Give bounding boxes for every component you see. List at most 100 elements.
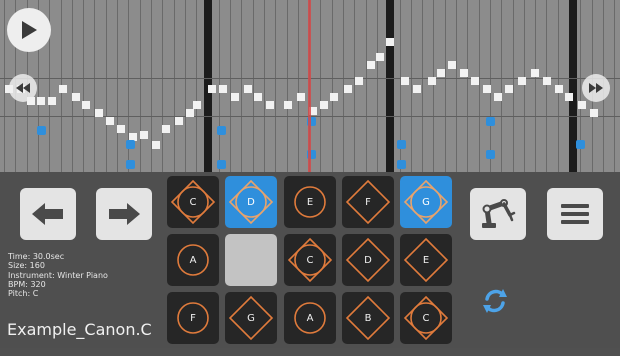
- previous-button[interactable]: [20, 188, 76, 240]
- roll-note: [413, 85, 421, 93]
- beat-marker: [486, 150, 495, 159]
- roll-note: [162, 125, 170, 133]
- note-pad-g[interactable]: G: [400, 176, 452, 228]
- roll-note: [231, 93, 239, 101]
- roll-note: [330, 93, 338, 101]
- note-pad-d[interactable]: D: [225, 176, 277, 228]
- note-pad-c[interactable]: C: [400, 292, 452, 344]
- roll-note: [266, 101, 274, 109]
- beat-marker: [126, 160, 135, 169]
- roll-note: [448, 61, 456, 69]
- robot-arm-button[interactable]: [470, 188, 526, 240]
- beat-marker: [397, 140, 406, 149]
- roll-note: [48, 97, 56, 105]
- pad-label: F: [190, 312, 196, 324]
- note-pad-b[interactable]: B: [342, 292, 394, 344]
- hamburger-menu-icon: [561, 204, 589, 224]
- note-pad-blank[interactable]: [225, 234, 277, 286]
- note-pad-c[interactable]: C: [167, 176, 219, 228]
- beat-marker: [397, 160, 406, 169]
- roll-note: [72, 93, 80, 101]
- rewind-button[interactable]: [9, 74, 37, 102]
- roll-note: [219, 85, 227, 93]
- piano-roll[interactable]: [0, 0, 620, 172]
- pad-label: C: [189, 196, 197, 208]
- play-icon: [22, 21, 37, 39]
- roll-note: [284, 101, 292, 109]
- pad-label: A: [189, 254, 197, 266]
- roll-note: [494, 93, 502, 101]
- pad-label: C: [306, 254, 314, 266]
- pad-label: E: [306, 196, 314, 208]
- note-pad-a[interactable]: A: [167, 234, 219, 286]
- roll-note: [437, 69, 445, 77]
- roll-note: [106, 117, 114, 125]
- roll-note: [505, 85, 513, 93]
- roll-note: [193, 101, 201, 109]
- playhead-line[interactable]: [308, 0, 311, 172]
- arrow-left-icon: [32, 203, 63, 225]
- pad-label: G: [247, 312, 255, 324]
- beat-marker: [486, 117, 495, 126]
- roll-note: [460, 69, 468, 77]
- roll-note: [531, 69, 539, 77]
- roll-note: [95, 109, 103, 117]
- sync-button[interactable]: [474, 280, 516, 322]
- note-pad-g[interactable]: G: [225, 292, 277, 344]
- info-pitch: Pitch: C: [8, 289, 39, 299]
- note-pad-a[interactable]: A: [284, 292, 336, 344]
- pad-label: A: [306, 312, 314, 324]
- pad-label: G: [422, 196, 430, 208]
- roll-note: [175, 117, 183, 125]
- menu-button[interactable]: [547, 188, 603, 240]
- roll-note: [590, 109, 598, 117]
- rewind-icon: [16, 83, 30, 93]
- info-instrument: Instrument: Winter Piano: [8, 270, 108, 280]
- info-time: Time: 30.0sec: [8, 252, 65, 261]
- roll-note: [355, 77, 363, 85]
- roll-note: [320, 101, 328, 109]
- roll-note: [244, 85, 252, 93]
- fast-forward-button[interactable]: [582, 74, 610, 102]
- roll-note: [254, 93, 262, 101]
- roll-note: [401, 77, 409, 85]
- roll-note: [208, 85, 216, 93]
- info-bpm: BPM: 320: [8, 279, 46, 289]
- play-button[interactable]: [7, 8, 51, 52]
- pad-label: D: [364, 254, 372, 266]
- next-button[interactable]: [96, 188, 152, 240]
- arrow-right-icon: [109, 203, 140, 225]
- fast-forward-icon: [589, 83, 603, 93]
- roll-note: [140, 131, 148, 139]
- roll-note: [428, 77, 436, 85]
- note-pad-d[interactable]: D: [342, 234, 394, 286]
- note-pad-f[interactable]: F: [342, 176, 394, 228]
- roll-note: [376, 53, 384, 61]
- beat-marker: [37, 126, 46, 135]
- beat-marker: [217, 160, 226, 169]
- roll-note: [555, 85, 563, 93]
- song-info: Time: 30.0sec Size: 160 Instrument: Wint…: [8, 252, 168, 298]
- pad-label: F: [365, 196, 371, 208]
- roll-note: [152, 141, 160, 149]
- pad-label: E: [422, 254, 430, 266]
- roll-note: [117, 125, 125, 133]
- roll-note: [59, 85, 67, 93]
- beat-marker: [576, 140, 585, 149]
- note-pad-e[interactable]: E: [284, 176, 336, 228]
- roll-note: [565, 93, 573, 101]
- note-pad-grid: C D E F G A C D E F G A B C: [167, 176, 457, 356]
- beat-marker: [126, 140, 135, 149]
- roll-note: [518, 77, 526, 85]
- pad-label: [225, 234, 277, 286]
- song-title: Example_Canon.C: [7, 320, 152, 339]
- pad-label: D: [247, 196, 255, 208]
- roll-note: [471, 77, 479, 85]
- pad-label: B: [364, 312, 372, 324]
- note-pad-f[interactable]: F: [167, 292, 219, 344]
- note-pad-e[interactable]: E: [400, 234, 452, 286]
- roll-note: [344, 85, 352, 93]
- roll-note: [386, 38, 394, 46]
- roll-note: [37, 97, 45, 105]
- note-pad-c[interactable]: C: [284, 234, 336, 286]
